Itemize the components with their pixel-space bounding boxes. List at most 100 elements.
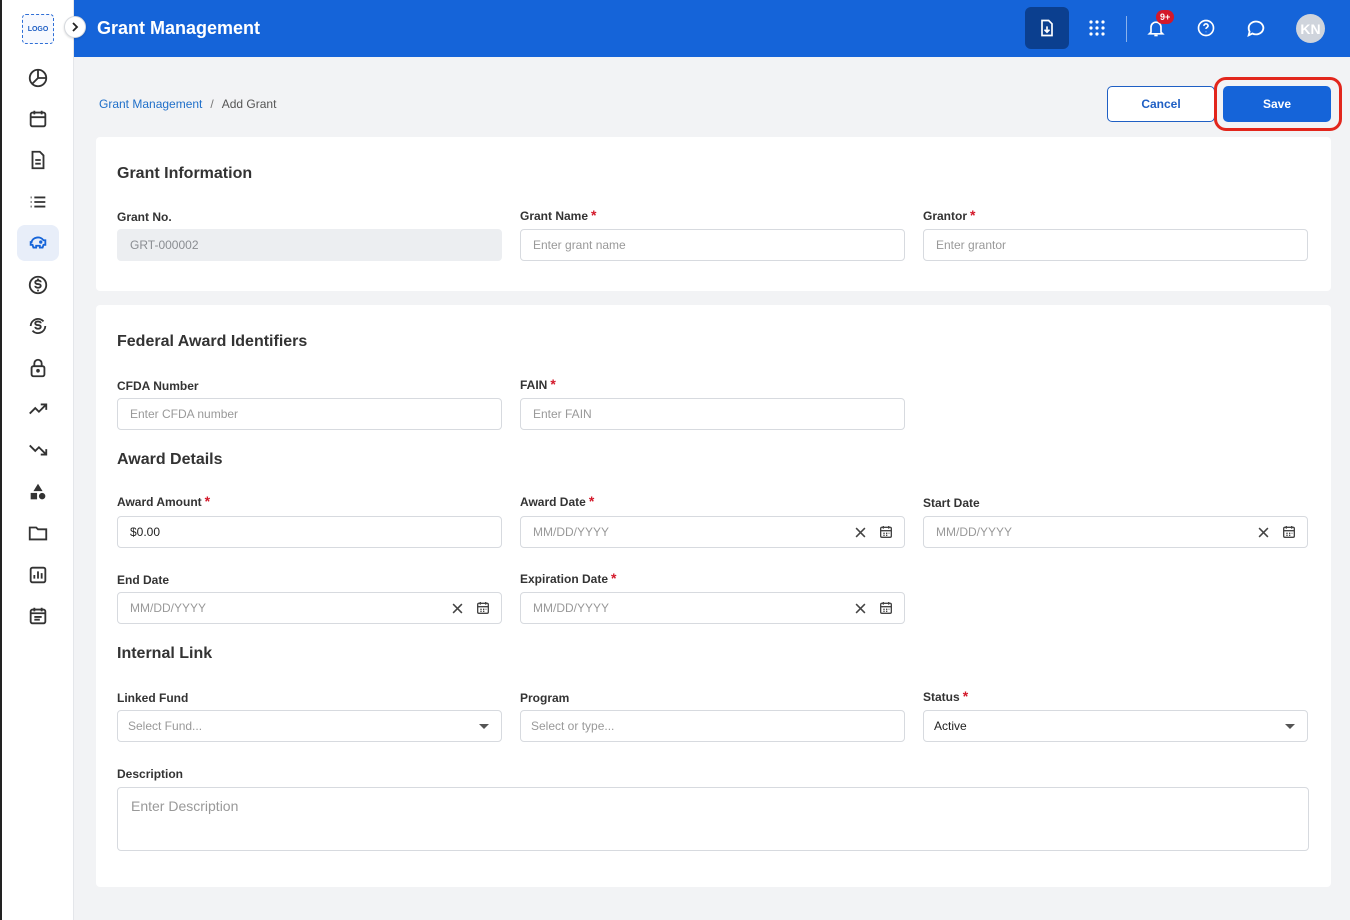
grant-information-card: Grant Information Grant No. GRT-000002 G… xyxy=(96,137,1331,291)
chat-button[interactable] xyxy=(1234,7,1278,49)
sidebar-item-list[interactable] xyxy=(17,184,59,220)
sidebar-item-assets[interactable] xyxy=(17,474,59,510)
chat-icon xyxy=(1247,20,1265,38)
clear-icon[interactable] xyxy=(855,527,866,538)
date-controls xyxy=(452,600,491,616)
sidebar-item-grants[interactable] xyxy=(17,225,59,261)
chevron-down-icon xyxy=(1285,724,1295,729)
schedule-icon xyxy=(29,607,47,625)
description-textarea[interactable]: Enter Description xyxy=(117,787,1309,851)
page-header-title: Grant Management xyxy=(97,18,261,38)
section-title-grant-information: Grant Information xyxy=(117,165,253,182)
dollar-circle-icon xyxy=(28,275,48,295)
breadcrumb-grant-management[interactable]: Grant Management xyxy=(99,97,202,111)
breadcrumb: Grant Management / Add Grant xyxy=(99,97,276,111)
document-icon xyxy=(31,150,45,170)
download-file-icon xyxy=(1041,19,1053,37)
cfda-number-input[interactable]: Enter CFDA number xyxy=(117,398,502,430)
grant-no-field: GRT-000002 xyxy=(117,229,502,261)
end-date-label: End Date xyxy=(117,573,170,587)
trend-down-icon xyxy=(29,444,48,456)
fain-label: FAIN * xyxy=(520,376,556,392)
date-controls xyxy=(1258,524,1297,540)
bar-report-icon xyxy=(29,566,47,584)
sidebar-item-refunds[interactable] xyxy=(17,308,59,344)
grantor-input[interactable]: Enter grantor xyxy=(923,229,1308,261)
app-root: LOGO Grant Management 9+ KN Grant Manage… xyxy=(0,0,1350,920)
sidebar-item-revenue[interactable] xyxy=(17,391,59,427)
award-date-label: Award Date * xyxy=(520,493,595,509)
status-label: Status * xyxy=(923,688,969,704)
cancel-button[interactable]: Cancel xyxy=(1107,86,1215,122)
folder-icon xyxy=(28,526,48,541)
calendar-icon[interactable] xyxy=(878,524,894,540)
sidebar-expand-button[interactable] xyxy=(64,16,86,38)
section-title-internal-link: Internal Link xyxy=(117,645,213,662)
start-date-label: Start Date xyxy=(923,496,980,510)
sidebar-item-calendar[interactable] xyxy=(17,101,59,137)
status-select[interactable]: Active xyxy=(923,710,1308,742)
section-title-award-details: Award Details xyxy=(117,451,223,468)
expiration-date-input[interactable]: MM/DD/YYYY xyxy=(520,592,905,624)
sidebar-item-reports[interactable] xyxy=(17,557,59,593)
required-marker: * xyxy=(591,207,597,223)
linked-fund-label: Linked Fund xyxy=(117,691,189,705)
breadcrumb-current: Add Grant xyxy=(221,97,277,111)
date-placeholder: MM/DD/YYYY xyxy=(936,525,1013,539)
section-title-federal-award: Federal Award Identifiers xyxy=(117,333,308,350)
program-label: Program xyxy=(520,691,570,705)
grantor-label: Grantor * xyxy=(923,207,976,223)
status-value: Active xyxy=(934,719,967,733)
grant-name-input[interactable]: Enter grant name xyxy=(520,229,905,261)
award-amount-input[interactable]: $0.00 xyxy=(117,516,502,548)
user-avatar[interactable]: KN xyxy=(1296,14,1325,43)
piggy-bank-icon xyxy=(29,236,47,249)
fain-input[interactable]: Enter FAIN xyxy=(520,398,905,430)
sidebar-item-finance[interactable] xyxy=(17,267,59,303)
program-input[interactable]: Select or type... xyxy=(520,710,905,742)
linked-fund-select[interactable]: Select Fund... xyxy=(117,710,502,742)
help-button[interactable] xyxy=(1184,7,1228,49)
start-date-input[interactable]: MM/DD/YYYY xyxy=(923,516,1308,548)
help-icon xyxy=(1197,19,1215,37)
required-marker: * xyxy=(970,207,976,223)
calendar-icon[interactable] xyxy=(1281,524,1297,540)
award-amount-label: Award Amount * xyxy=(117,493,211,509)
sidebar-item-security[interactable] xyxy=(17,350,59,386)
date-placeholder: MM/DD/YYYY xyxy=(130,601,207,615)
breadcrumb-separator: / xyxy=(210,97,214,111)
save-button[interactable]: Save xyxy=(1223,86,1331,122)
award-date-input[interactable]: MM/DD/YYYY xyxy=(520,516,905,548)
end-date-input[interactable]: MM/DD/YYYY xyxy=(117,592,502,624)
award-details-card: Federal Award Identifiers CFDA Number En… xyxy=(96,305,1331,887)
clear-icon[interactable] xyxy=(1258,527,1269,538)
calendar-icon[interactable] xyxy=(878,600,894,616)
download-button[interactable] xyxy=(1025,7,1069,49)
clear-icon[interactable] xyxy=(452,603,463,614)
required-marker: * xyxy=(611,570,617,586)
required-marker: * xyxy=(962,688,969,704)
sidebar: LOGO xyxy=(2,0,74,920)
chevron-down-icon xyxy=(479,724,489,729)
sidebar-item-schedule[interactable] xyxy=(17,598,59,634)
refund-icon xyxy=(29,318,47,334)
sidebar-item-expenses[interactable] xyxy=(17,432,59,468)
grant-name-label: Grant Name * xyxy=(520,207,597,223)
grid-icon xyxy=(1089,20,1105,36)
clear-icon[interactable] xyxy=(855,603,866,614)
sidebar-item-documents[interactable] xyxy=(17,142,59,178)
shapes-icon xyxy=(30,483,46,500)
fund-placeholder: Select Fund... xyxy=(128,719,203,733)
notifications-badge: 9+ xyxy=(1156,10,1175,24)
calendar-icon[interactable] xyxy=(475,600,491,616)
pie-chart-icon xyxy=(28,68,48,88)
cfda-number-label: CFDA Number xyxy=(117,379,199,393)
chevron-right-icon xyxy=(72,22,79,32)
sidebar-item-dashboard[interactable] xyxy=(17,60,59,96)
required-marker: * xyxy=(550,376,556,392)
required-marker: * xyxy=(588,493,595,509)
grant-no-label: Grant No. xyxy=(117,210,172,224)
required-marker: * xyxy=(204,493,211,509)
sidebar-item-files[interactable] xyxy=(17,515,59,551)
apps-button[interactable] xyxy=(1075,7,1119,49)
